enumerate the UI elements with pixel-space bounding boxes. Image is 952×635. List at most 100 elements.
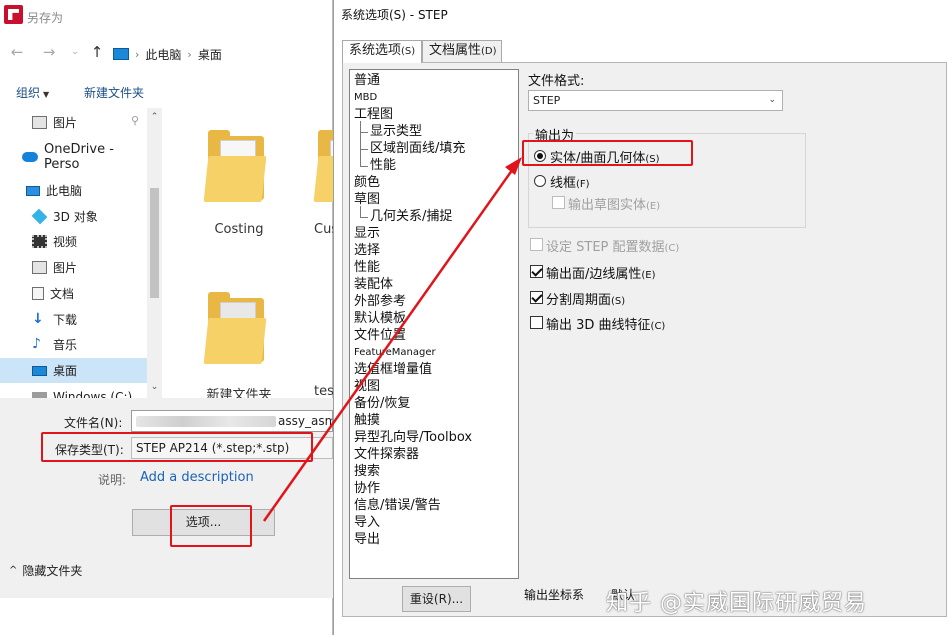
chevron-down-icon: ⌄ xyxy=(768,95,776,105)
tree-item[interactable]: 视图 xyxy=(354,378,380,395)
tree-item[interactable]: 搜索 xyxy=(354,463,380,480)
scroll-up-icon[interactable]: ⌃ xyxy=(147,112,162,122)
checkbox-3d-curve-label[interactable]: 输出 3D 曲线特征(C) xyxy=(546,314,665,333)
option-hotkey: (C) xyxy=(650,321,666,332)
organize-label: 组织 xyxy=(16,86,41,100)
folder-icon[interactable] xyxy=(202,288,272,368)
checkbox-step-config-label: 设定 STEP 配置数据(C) xyxy=(546,236,679,255)
sidebar-item-pictures[interactable]: 图片 xyxy=(0,255,147,280)
sidebar-item-music[interactable]: ♪ 音乐 xyxy=(0,332,147,357)
tree-connector xyxy=(360,121,361,166)
window-title: 另存为 xyxy=(27,11,64,25)
sidebar-item-video[interactable]: 视频 xyxy=(0,229,147,254)
tree-item[interactable]: 显示类型 xyxy=(370,123,422,140)
tree-item[interactable]: 区域剖面线/填充 xyxy=(370,140,465,157)
scrollbar-thumb[interactable] xyxy=(150,188,159,298)
tree-item[interactable]: 备份/恢复 xyxy=(354,395,410,412)
up-arrow-icon[interactable]: ↑ xyxy=(88,42,106,62)
sidebar-item-desktop[interactable]: 桌面 xyxy=(0,358,147,383)
scroll-down-icon[interactable]: ⌄ xyxy=(147,382,162,392)
checkbox-split-periodic-faces[interactable] xyxy=(530,291,543,304)
sidebar-item-label: 图片 xyxy=(53,261,78,275)
organize-menu[interactable]: 组织 ▼ xyxy=(16,84,49,101)
description-label: 说明: xyxy=(98,473,127,487)
chevron-right-icon: › xyxy=(135,47,140,61)
file-name-costing[interactable]: Costing xyxy=(204,222,274,237)
annotation-filetype-highlight xyxy=(41,432,313,462)
options-tree[interactable]: 普通 MBD 工程图 显示类型 区域剖面线/填充 性能 颜色 草图 几何关系/捕捉 显示 选择 性能装… xyxy=(349,69,519,579)
tab-label: 文档属性 xyxy=(429,43,482,58)
sidebar-item-documents[interactable]: 文档 xyxy=(0,281,147,306)
new-folder-button[interactable]: 新建文件夹 xyxy=(84,84,144,101)
tree-item[interactable]: 性能 xyxy=(370,157,396,174)
navigation-scrollbar[interactable]: ⌃ ⌄ xyxy=(147,108,162,398)
tree-item[interactable]: 装配体 xyxy=(354,276,393,293)
sidebar-item-3d-objects[interactable]: 3D 对象 xyxy=(0,204,147,229)
tree-item[interactable]: 选择 xyxy=(354,242,380,259)
filename-value: assy_asm.STEP xyxy=(278,414,332,428)
tree-item[interactable]: 外部参考 xyxy=(354,293,406,310)
tree-item[interactable]: 导入 xyxy=(354,514,380,531)
tree-item[interactable]: 普通 xyxy=(354,72,380,89)
file-format-select[interactable]: STEP ⌄ xyxy=(528,90,783,111)
radio-wireframe[interactable] xyxy=(534,175,546,187)
tree-item[interactable]: 默认模板 xyxy=(354,310,406,327)
sidebar-item-onedrive[interactable]: OneDrive - Perso xyxy=(0,142,147,172)
sidebar-item-label: 此电脑 xyxy=(46,184,83,198)
tree-item[interactable]: 协作 xyxy=(354,480,380,497)
tree-item[interactable]: 导出 xyxy=(354,531,380,548)
option-text: 分割周期面 xyxy=(546,293,612,308)
tab-document-properties[interactable]: 文档属性(D) xyxy=(422,40,502,62)
option-text: 线框 xyxy=(550,176,577,191)
computer-icon xyxy=(113,48,129,60)
video-icon xyxy=(32,235,47,248)
filename-input[interactable]: assy_asm.STEP xyxy=(131,410,333,432)
tree-item[interactable]: 显示 xyxy=(354,225,380,242)
sidebar-item-pictures-pinned[interactable]: 图片 ⚲ xyxy=(0,110,147,135)
folder-icon[interactable] xyxy=(202,126,272,206)
sidebar-item-label: 3D 对象 xyxy=(53,210,98,224)
option-text: 输出 3D 曲线特征 xyxy=(546,318,651,333)
tree-item[interactable]: 选值框增量值 xyxy=(354,361,432,378)
option-hotkey: (C) xyxy=(664,243,680,254)
radio-wireframe-label[interactable]: 线框(F) xyxy=(550,172,590,191)
breadcrumb-desktop[interactable]: 桌面 xyxy=(198,46,222,63)
tree-item[interactable]: 性能 xyxy=(354,259,380,276)
checkbox-face-edge-properties[interactable] xyxy=(530,265,543,278)
sidebar-item-label: 视频 xyxy=(53,235,78,249)
tab-system-options[interactable]: 系统选项(S) xyxy=(342,40,422,63)
sidebar-item-this-pc[interactable]: 此电脑 xyxy=(0,178,147,203)
checkbox-face-edge-label[interactable]: 输出面/边线属性(E) xyxy=(546,263,656,282)
tree-item[interactable]: 草图 xyxy=(354,191,380,208)
tree-item[interactable]: 几何关系/捕捉 xyxy=(370,208,452,225)
annotation-options-highlight xyxy=(170,505,252,547)
file-name-tes[interactable]: tes xyxy=(314,384,334,399)
forward-arrow-icon[interactable]: → xyxy=(40,42,58,62)
add-description-link[interactable]: Add a description xyxy=(140,470,254,485)
reset-button[interactable]: 重设(R)... xyxy=(402,586,471,612)
checkbox-split-periodic-label[interactable]: 分割周期面(S) xyxy=(546,289,625,308)
breadcrumb[interactable]: › 此电脑 › 桌面 xyxy=(113,44,222,64)
tree-item[interactable]: FeatureManager xyxy=(354,344,436,361)
tree-item[interactable]: 异型孔向导/Toolbox xyxy=(354,429,472,446)
hide-folders-toggle[interactable]: ^ 隐藏文件夹 xyxy=(9,562,82,579)
tree-item[interactable]: MBD xyxy=(354,89,377,106)
caret-down-icon: ▼ xyxy=(43,90,50,99)
tree-item[interactable]: 信息/错误/警告 xyxy=(354,497,441,514)
sidebar-item-windows-c[interactable]: Windows (C:) xyxy=(0,384,147,398)
sidebar-item-label: 音乐 xyxy=(53,338,78,352)
checkbox-3d-curve-features[interactable] xyxy=(530,316,543,329)
checkbox-export-sketch[interactable] xyxy=(552,196,565,209)
tree-item[interactable]: 触摸 xyxy=(354,412,380,429)
tree-item[interactable]: 文件位置 xyxy=(354,327,406,344)
back-arrow-icon[interactable]: ← xyxy=(8,42,26,62)
download-icon: ↓ xyxy=(32,311,44,327)
redacted-text xyxy=(136,416,276,427)
checkbox-step-config[interactable] xyxy=(530,238,543,251)
system-options-dialog: 系统选项(S) - STEP 系统选项(S) 文档属性(D) 普通 MBD 工程图显… xyxy=(333,0,952,635)
sidebar-item-downloads[interactable]: ↓ 下载 xyxy=(0,307,147,332)
tree-item[interactable]: 颜色 xyxy=(354,174,380,191)
tree-item[interactable]: 文件探索器 xyxy=(354,446,419,463)
recent-dropdown-icon[interactable]: ⌄ xyxy=(66,42,84,62)
breadcrumb-this-pc[interactable]: 此电脑 xyxy=(145,46,181,63)
